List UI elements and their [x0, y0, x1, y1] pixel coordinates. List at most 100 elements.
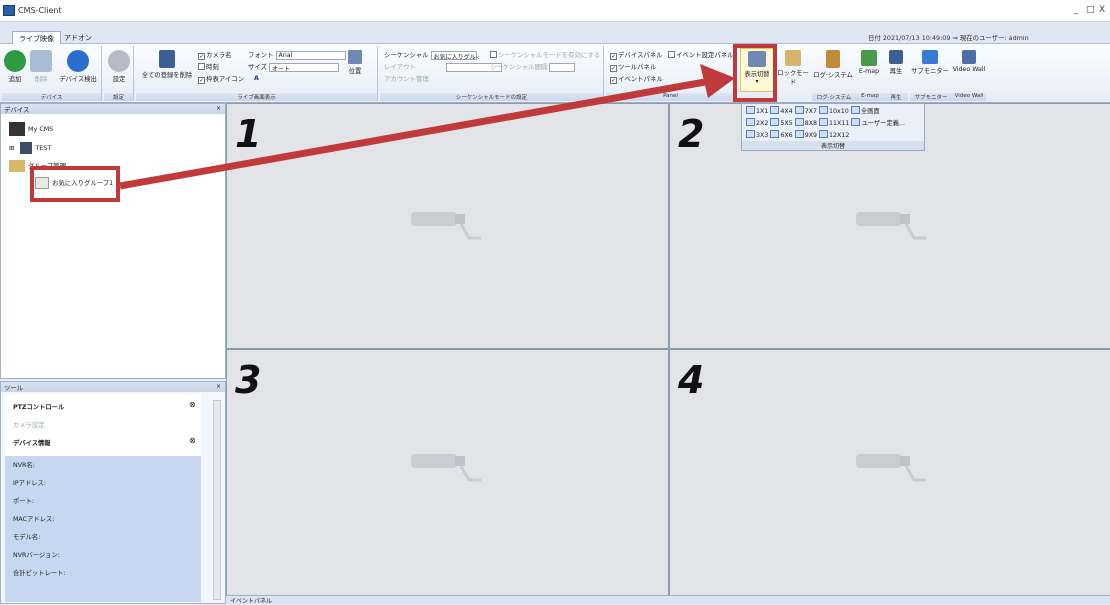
layout-5x5[interactable]: 5X5 [770, 118, 793, 127]
lock-icon [785, 50, 801, 66]
font-color-button[interactable]: A [254, 74, 259, 82]
video-wall-button[interactable]: Video Wall [952, 50, 986, 73]
display-switch-dropdown: 1X1 4X4 7X7 10x10 全画面 2X2 5X5 8X8 11X11 … [741, 103, 925, 151]
close-button[interactable]: X [1099, 5, 1105, 15]
camera-icon [856, 212, 926, 240]
account-button[interactable]: アカウント管理 [384, 74, 429, 83]
lock-mode-button[interactable]: ロックモード [776, 50, 810, 86]
tab-addon[interactable]: アドオン [58, 31, 98, 44]
close-icon[interactable]: × [216, 105, 221, 112]
nvr-icon [9, 122, 25, 136]
event-panel-toggle[interactable]: ✓ イベントパネル [610, 74, 663, 84]
camera-icon [411, 454, 481, 482]
date-value: 2021/07/13 10:49:09 [882, 34, 951, 42]
log-system-button[interactable]: ログ·システム [812, 50, 854, 79]
time-toggle[interactable]: 時刻 [198, 62, 219, 71]
field-port: ポート: [13, 498, 35, 505]
ribbon-tabs: ライブ映像 アドオン 日付 2021/07/13 10:49:09 ⇒ 現在のユ… [0, 22, 1110, 44]
log-book-icon [826, 50, 840, 68]
submonitor-button[interactable]: サブモニター [910, 50, 950, 75]
layout-2x2[interactable]: 2X2 [746, 118, 768, 127]
tree-root[interactable]: My CMS [9, 122, 53, 136]
tool-scrollbar[interactable] [213, 400, 221, 600]
camera-settings-link[interactable]: カメラ設定 [13, 420, 44, 429]
gear-icon [108, 50, 130, 72]
emap-button[interactable]: E-map [856, 50, 882, 75]
device-panel-toggle[interactable]: ✓ デバイスパネル [610, 50, 663, 60]
layout-7x7[interactable]: 7X7 [794, 106, 817, 115]
title-bar: CMS-Client _ □ X [0, 0, 1110, 22]
add-icon [4, 50, 26, 72]
collapse-icon[interactable]: ⊗ [189, 400, 196, 409]
device-panel: デバイス × My CMS ⊞ TEST グループ管理 お気に入りグループ1 [0, 103, 226, 379]
field-ip: IPアドレス: [13, 480, 46, 487]
annotation-box-display-switch [733, 44, 777, 102]
layout-select[interactable]: レイアウト [384, 62, 502, 72]
layout-9x9[interactable]: 9X9 [794, 130, 817, 139]
ptz-control-header[interactable]: PTZコントロール [13, 402, 64, 411]
event-panel-bar[interactable]: イベントパネル [226, 595, 1110, 605]
delete-icon [30, 50, 52, 72]
sequence-interval-select[interactable]: シーケンシャル間隔 [490, 62, 576, 72]
field-bitrate: 合計ビットレート: [13, 570, 66, 577]
map-icon [861, 50, 877, 66]
delete-button[interactable]: 削除 [30, 50, 52, 83]
maximize-button[interactable]: □ [1086, 5, 1095, 15]
layout-6x6[interactable]: 6X6 [770, 130, 793, 139]
field-mac: MACアドレス: [13, 516, 55, 523]
layout-row: 2X2 5X5 8X8 11X11 ユーザー定義... [746, 118, 905, 127]
size-select[interactable]: サイズ オート [248, 62, 340, 73]
layout-10x10[interactable]: 10x10 [819, 106, 849, 115]
position-grid-icon [348, 50, 362, 64]
field-nvr-name: NVR名: [13, 462, 35, 469]
group-sequence: シーケンシャル お気に入りグル-: シーケンシャルモードを有効にする レイアウト… [380, 46, 604, 101]
event-settings-toggle[interactable]: イベント設定パネル [668, 50, 734, 59]
device-info-header[interactable]: デバイス情報 [13, 438, 51, 447]
tool-panel: ツール × PTZコントロール ⊗ カメラ設定 デバイス情報 ⊗ NVR名: IP… [0, 381, 226, 604]
group-live-display: 全ての登録を削除 ✓ カメラ名 時刻 ✓ 枠表アイコン フォント Arial サイズ… [136, 46, 378, 101]
current-user: admin [1008, 34, 1029, 42]
tool-panel-toggle[interactable]: ✓ ツールパネル [610, 62, 656, 72]
layout-row: 1X1 4X4 7X7 10x10 全画面 [746, 106, 880, 115]
close-icon[interactable]: × [216, 383, 221, 390]
field-model: モデル名: [13, 534, 41, 541]
video-cell[interactable]: 3 [227, 350, 668, 595]
layout-3x3[interactable]: 3X3 [746, 130, 768, 139]
tree-item-test[interactable]: ⊞ TEST [9, 142, 51, 154]
layout-11x11[interactable]: 11X11 [819, 118, 849, 127]
minimize-button[interactable]: _ [1074, 5, 1079, 15]
layout-row: 3X3 6X6 9X9 12X12 [746, 130, 849, 139]
add-button[interactable]: 追加 [4, 50, 26, 83]
tab-live[interactable]: ライブ映像 [12, 31, 61, 44]
settings-button[interactable]: 設定 [107, 50, 131, 83]
device-detect-button[interactable]: デバイス検出 [56, 50, 100, 83]
layout-fullscreen[interactable]: 全画面 [850, 106, 880, 115]
status-info: 日付 2021/07/13 10:49:09 ⇒ 現在のユーザー: admin [868, 34, 1029, 42]
group-icon [9, 160, 25, 172]
monitor-icon [922, 50, 938, 64]
border-icon-toggle[interactable]: ✓ 枠表アイコン [198, 74, 244, 84]
expand-icon[interactable]: ⊗ [189, 436, 196, 445]
layout-4x4[interactable]: 4X4 [770, 106, 793, 115]
tool-panel-body: PTZコントロール ⊗ カメラ設定 デバイス情報 ⊗ NVR名: IPアドレス:… [5, 394, 201, 602]
app-icon [3, 5, 15, 16]
clear-all-button[interactable]: 全ての登録を削除 [138, 50, 196, 79]
layout-12x12[interactable]: 12X12 [819, 130, 849, 139]
enable-sequence-toggle[interactable]: シーケンシャルモードを有効にする [490, 50, 600, 59]
position-button[interactable]: 位置 [340, 50, 370, 75]
layout-8x8[interactable]: 8X8 [794, 118, 817, 127]
group-settings: 設定 設定 [104, 46, 134, 101]
layout-1x1[interactable]: 1X1 [746, 106, 768, 115]
video-wall-icon [962, 50, 976, 64]
playback-button[interactable]: 再生 [884, 50, 908, 75]
group-display: 表示切替 ▾ ロックモード ログ·システム E-map 再生 サブモニター Vid… [738, 46, 1008, 101]
field-nvr-version: NVRバージョン: [13, 552, 60, 559]
sequence-select[interactable]: シーケンシャル お気に入りグル-: [384, 50, 480, 61]
search-icon [67, 50, 89, 72]
window-title: CMS-Client [18, 6, 62, 15]
layout-user-defined[interactable]: ユーザー定義... [851, 118, 905, 127]
video-cell[interactable]: 1 [227, 104, 668, 348]
font-select[interactable]: フォント Arial [248, 50, 346, 60]
video-cell[interactable]: 4 [670, 350, 1110, 595]
camera-name-toggle[interactable]: ✓ カメラ名 [198, 50, 232, 60]
